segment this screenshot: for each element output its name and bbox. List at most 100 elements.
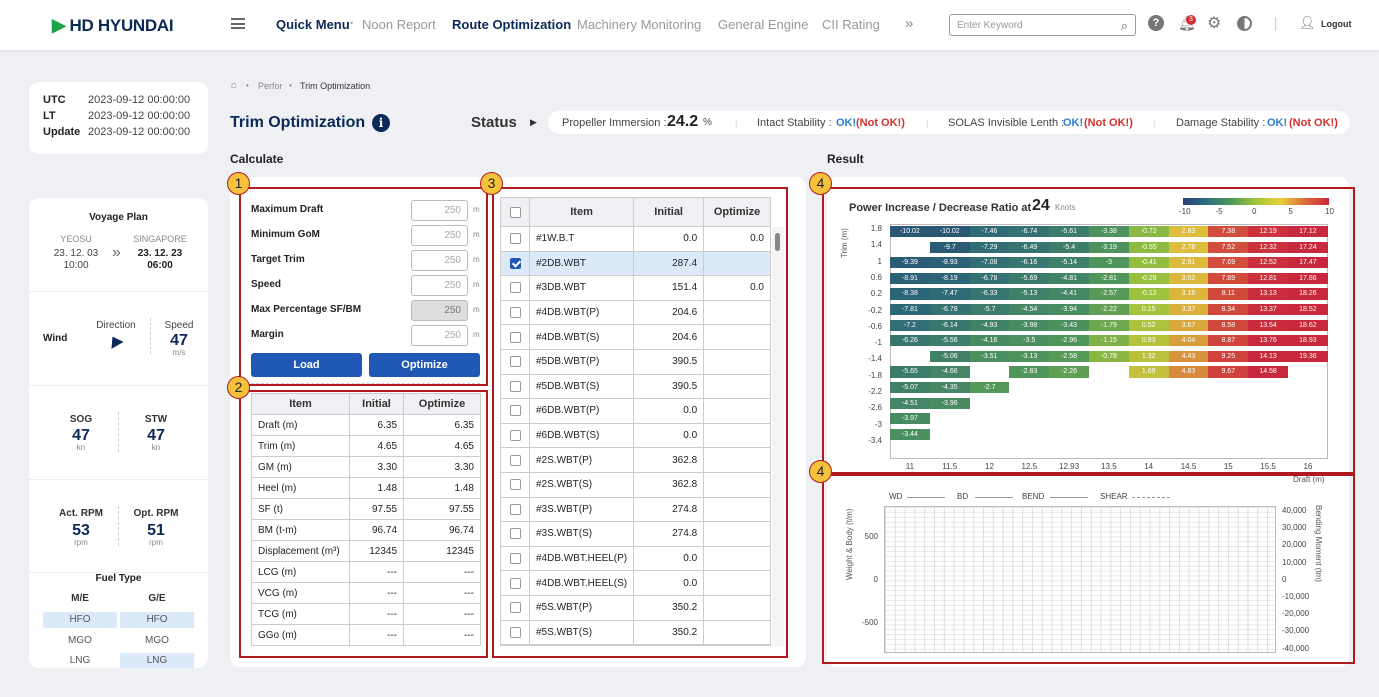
row-checkbox[interactable] bbox=[509, 356, 521, 368]
param-input[interactable]: 250 bbox=[411, 250, 468, 271]
table-cell bbox=[703, 250, 771, 277]
help-icon[interactable]: ? bbox=[1148, 15, 1164, 31]
heatmap-cell: 3.16 bbox=[1168, 288, 1209, 300]
heatmap-cell: -0.41 bbox=[1128, 257, 1169, 269]
table-row: GGo (m) --- --- bbox=[251, 624, 481, 646]
fuel-ge-hfo[interactable]: HFO bbox=[120, 612, 194, 628]
tank-table-container[interactable]: Item Initial Optimize #1W.B.T 0.0 0.0 #2DB.WB… bbox=[500, 197, 771, 646]
breadcrumb-item[interactable]: Perfor bbox=[258, 81, 283, 91]
row-checkbox[interactable] bbox=[509, 429, 521, 441]
heatmap-cell: -3.5 bbox=[1009, 335, 1050, 347]
nav-quick-menu[interactable]: Quick Menu bbox=[276, 17, 350, 32]
table-row[interactable]: #4DB.WBT.HEEL(P) 0.0 bbox=[500, 545, 771, 572]
fuel-type-title: Fuel Type bbox=[95, 573, 142, 584]
fuel-ge-mgo[interactable]: MGO bbox=[120, 633, 194, 649]
search-input[interactable]: Enter Keyword ⌕ bbox=[949, 14, 1136, 36]
row-checkbox[interactable] bbox=[509, 602, 521, 614]
user-icon[interactable]: 👤︎ bbox=[1299, 15, 1316, 31]
lt-value: 2023-09-12 00:00:00 bbox=[88, 110, 191, 122]
table-row[interactable]: #5S.WBT(S) 350.2 bbox=[500, 619, 771, 645]
table-row[interactable]: #2DB.WBT 287.4 bbox=[500, 250, 771, 277]
table-row[interactable]: #3S.WBT(P) 274.8 bbox=[500, 496, 771, 523]
param-input[interactable]: 250 bbox=[411, 200, 468, 221]
logout-link[interactable]: Logout bbox=[1321, 19, 1352, 29]
nav-noon-report[interactable]: Noon Report bbox=[362, 17, 436, 32]
gear-icon[interactable]: ⚙ bbox=[1207, 13, 1221, 33]
scrollbar-thumb[interactable] bbox=[775, 233, 780, 251]
row-checkbox[interactable] bbox=[509, 331, 521, 343]
table-row: Displacement (m³) 12345 12345 bbox=[251, 540, 481, 562]
param-unit: m bbox=[473, 305, 480, 314]
table-cell: --- bbox=[403, 603, 481, 625]
table-row[interactable]: #5DB.WBT(P) 390.5 bbox=[500, 348, 771, 375]
row-checkbox[interactable] bbox=[509, 503, 521, 515]
heatmap-cell: 19.36 bbox=[1288, 350, 1328, 363]
row-checkbox[interactable] bbox=[509, 528, 521, 540]
nav-cii-rating[interactable]: CII Rating bbox=[822, 17, 880, 32]
table-row[interactable]: #4DB.WBT.HEEL(S) 0.0 bbox=[500, 570, 771, 596]
heatmap-cell: -2.22 bbox=[1089, 304, 1129, 316]
optimize-button[interactable]: Optimize bbox=[369, 353, 480, 377]
fuel-me-mgo[interactable]: MGO bbox=[43, 633, 117, 649]
scrollbar-track[interactable] bbox=[772, 227, 784, 646]
row-checkbox[interactable] bbox=[509, 282, 521, 294]
row-checkbox[interactable] bbox=[509, 405, 521, 417]
fuel-me-hfo[interactable]: HFO bbox=[43, 612, 117, 628]
heatmap-ytick: -3.4 bbox=[868, 435, 882, 445]
row-checkbox[interactable] bbox=[509, 577, 521, 589]
menu-icon[interactable] bbox=[231, 18, 245, 29]
heatmap-cell: -3.19 bbox=[1089, 241, 1129, 253]
logo[interactable]: ▶ HD HYUNDAI bbox=[52, 15, 174, 36]
table-row[interactable]: #5DB.WBT(S) 390.5 bbox=[500, 373, 771, 400]
heatmap-speed-unit: Knots bbox=[1055, 203, 1076, 212]
marker-3: 3 bbox=[480, 172, 503, 195]
param-input[interactable]: 250 bbox=[411, 300, 468, 321]
table-row[interactable]: #1W.B.T 0.0 0.0 bbox=[500, 226, 771, 252]
fuel-me-lng[interactable]: LNG bbox=[43, 653, 117, 668]
nav-more-icon[interactable]: » bbox=[905, 15, 913, 32]
row-checkbox[interactable] bbox=[509, 257, 521, 269]
heatmap-cell: -8.38 bbox=[890, 288, 930, 300]
info-icon[interactable]: i bbox=[372, 114, 390, 132]
table-cell: 97.55 bbox=[348, 498, 405, 520]
home-icon[interactable]: ⌂ bbox=[231, 80, 237, 91]
nav-general-engine[interactable]: General Engine bbox=[718, 17, 808, 32]
table-row[interactable]: #2S.WBT(S) 362.8 bbox=[500, 471, 771, 498]
table-cell: --- bbox=[348, 582, 405, 604]
row-checkbox[interactable] bbox=[509, 479, 521, 491]
table-row[interactable]: #6DB.WBT(P) 0.0 bbox=[500, 398, 771, 424]
table-cell: 287.4 bbox=[633, 250, 705, 277]
param-input[interactable]: 250 bbox=[411, 325, 468, 346]
nav-machinery-monitoring[interactable]: Machinery Monitoring bbox=[577, 17, 701, 32]
voyage-from-time: 10:00 bbox=[63, 260, 89, 271]
param-input[interactable]: 250 bbox=[411, 225, 468, 246]
fuel-ge-lng[interactable]: LNG bbox=[120, 653, 194, 668]
row-checkbox[interactable] bbox=[509, 307, 521, 318]
table-cell: SF (t) bbox=[251, 498, 350, 520]
param-input[interactable]: 250 bbox=[411, 275, 468, 296]
table-row[interactable]: #2S.WBT(P) 362.8 bbox=[500, 447, 771, 473]
table-row[interactable]: #5S.WBT(P) 350.2 bbox=[500, 594, 771, 621]
row-checkbox[interactable] bbox=[509, 552, 521, 564]
legend-line bbox=[1132, 497, 1170, 498]
load-button[interactable]: Load bbox=[251, 353, 362, 377]
heatmap-cell: -7.81 bbox=[890, 304, 930, 316]
table-row[interactable]: #4DB.WBT(S) 204.6 bbox=[500, 324, 771, 350]
search-icon[interactable]: ⌕ bbox=[1121, 18, 1128, 34]
checkbox-cell bbox=[500, 570, 530, 596]
table-row[interactable]: #3DB.WBT 151.4 0.0 bbox=[500, 275, 771, 301]
theme-toggle-icon[interactable] bbox=[1237, 16, 1252, 31]
select-all-checkbox[interactable] bbox=[509, 206, 521, 218]
heatmap-cell: -4.81 bbox=[1049, 272, 1089, 285]
table-cell: 1.48 bbox=[403, 477, 481, 499]
nav-route-optimization[interactable]: Route Optimization bbox=[452, 17, 571, 32]
row-checkbox[interactable] bbox=[509, 454, 521, 466]
table-row[interactable]: #6DB.WBT(S) 0.0 bbox=[500, 422, 771, 449]
row-checkbox[interactable] bbox=[509, 626, 521, 638]
table-row[interactable]: #3S.WBT(S) 274.8 bbox=[500, 521, 771, 547]
marker-2: 2 bbox=[227, 376, 250, 399]
table-row[interactable]: #4DB.WBT(P) 204.6 bbox=[500, 299, 771, 326]
heatmap-cell: -5.56 bbox=[929, 335, 970, 347]
row-checkbox[interactable] bbox=[509, 380, 521, 392]
row-checkbox[interactable] bbox=[509, 233, 521, 245]
